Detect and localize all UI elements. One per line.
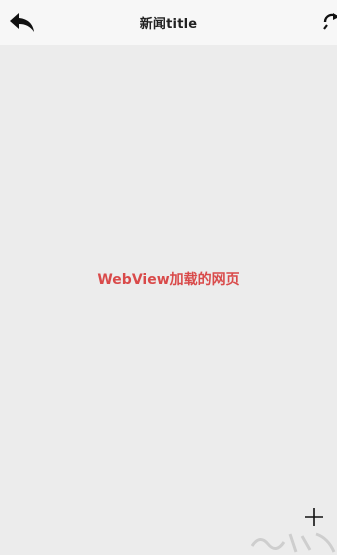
watermark-logo bbox=[250, 532, 336, 553]
refresh-button[interactable] bbox=[321, 8, 337, 36]
plus-icon bbox=[305, 508, 323, 526]
app-screen: 新闻title WebView加载的网页 bbox=[0, 0, 337, 555]
back-button[interactable] bbox=[6, 8, 38, 36]
webview-label: WebView加载的网页 bbox=[97, 272, 240, 288]
page-title: 新闻title bbox=[139, 17, 198, 32]
webview-area[interactable]: WebView加载的网页 bbox=[0, 45, 337, 555]
back-arrow-icon bbox=[10, 13, 34, 32]
refresh-icon bbox=[323, 13, 337, 30]
nav-header: 新闻title bbox=[0, 0, 337, 45]
add-button[interactable] bbox=[302, 505, 326, 529]
